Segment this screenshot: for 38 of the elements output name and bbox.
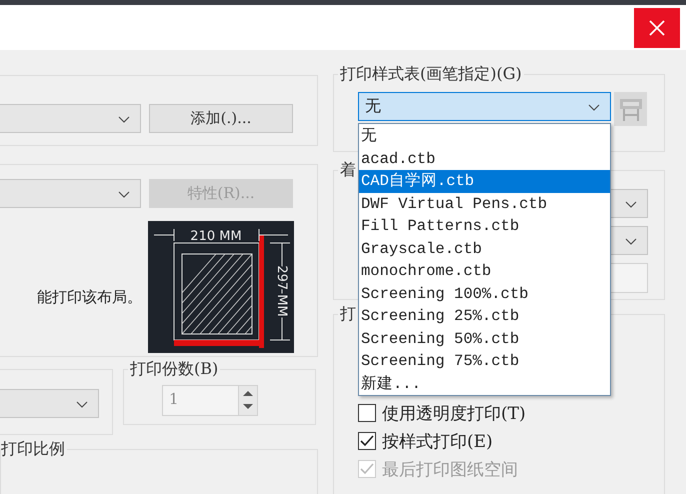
dropdown-option[interactable]: Screening 25%.ctb bbox=[359, 305, 610, 328]
dropdown-option[interactable]: DWF Virtual Pens.ctb bbox=[359, 192, 610, 215]
dropdown-option[interactable]: 新建... bbox=[359, 372, 610, 395]
chevron-icon bbox=[588, 104, 600, 112]
plot-style-label: 打印样式表(画笔指定)(G) bbox=[339, 64, 523, 84]
close-button[interactable] bbox=[634, 8, 680, 48]
chevron-icon bbox=[118, 191, 130, 200]
dropdown-option[interactable]: Screening 100%.ctb bbox=[359, 282, 610, 305]
dropdown-option[interactable]: monochrome.ctb bbox=[359, 260, 610, 282]
dropdown-option[interactable]: Fill Patterns.ctb bbox=[359, 215, 610, 238]
dropdown-option[interactable]: Screening 50%.ctb bbox=[359, 328, 610, 350]
checkbox-label: 使用透明度打印(T) bbox=[382, 402, 526, 424]
height-label: 297 MM bbox=[274, 265, 289, 317]
chevron-icon bbox=[625, 201, 637, 209]
dropdown-option[interactable]: acad.ctb bbox=[359, 148, 610, 170]
width-label: 210 MM bbox=[190, 229, 242, 244]
checkbox-label: 按样式打印(E) bbox=[382, 430, 493, 452]
copies-label: 打印份数(B) bbox=[129, 359, 220, 380]
checkbox-label: 最后打印图纸空间 bbox=[382, 458, 518, 480]
check-icon bbox=[359, 433, 375, 449]
close-icon bbox=[649, 20, 665, 36]
options-label: 打 bbox=[339, 304, 357, 324]
checkbox[interactable] bbox=[358, 432, 376, 450]
checkbox[interactable] bbox=[358, 404, 376, 422]
check-icon bbox=[359, 461, 375, 477]
chevron-icon bbox=[76, 401, 88, 410]
scale-label: 打印比例 bbox=[1, 439, 66, 460]
printer-icon bbox=[618, 96, 642, 122]
chevron-icon bbox=[625, 238, 637, 246]
chevron-icon bbox=[118, 116, 130, 124]
message-text: 能打印该布局。 bbox=[36, 288, 142, 307]
add-button[interactable]: 添加(.)... bbox=[149, 104, 293, 133]
shaded-viewport-label: 着 bbox=[339, 160, 357, 180]
dropdown-option[interactable]: Grayscale.ctb bbox=[359, 238, 610, 260]
dropdown-option[interactable]: 无 bbox=[359, 125, 610, 148]
plot-style-dropdown[interactable]: 无 bbox=[358, 92, 611, 121]
dropdown-option[interactable]: CAD自学网.ctb bbox=[359, 170, 610, 192]
dropdown-option[interactable]: Screening 75%.ctb bbox=[359, 350, 610, 372]
